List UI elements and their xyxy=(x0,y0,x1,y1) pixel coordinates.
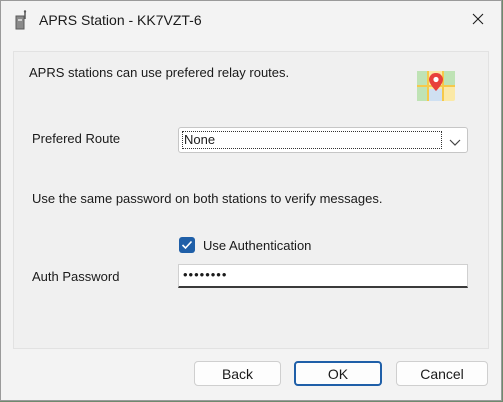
intro-text: APRS stations can use prefered relay rou… xyxy=(29,65,290,80)
title-bar[interactable]: APRS Station - KK7VZT-6 xyxy=(1,1,501,41)
back-button[interactable]: Back xyxy=(194,361,281,386)
radio-tower-icon xyxy=(13,10,29,30)
close-icon xyxy=(472,13,484,28)
close-button[interactable] xyxy=(455,1,501,39)
use-authentication-checkbox[interactable] xyxy=(179,237,195,253)
window-title: APRS Station - KK7VZT-6 xyxy=(39,12,202,28)
prefered-route-label: Prefered Route xyxy=(32,131,121,146)
auth-password-label: Auth Password xyxy=(32,269,120,284)
checkmark-icon xyxy=(181,238,193,253)
dialog-window: APRS Station - KK7VZT-6 APRS stations ca… xyxy=(0,0,502,401)
cancel-button[interactable]: Cancel xyxy=(396,361,488,386)
map-pin-icon xyxy=(415,67,457,105)
auth-hint-text: Use the same password on both stations t… xyxy=(32,191,383,206)
auth-password-field[interactable]: •••••••• xyxy=(178,264,468,288)
ok-button[interactable]: OK xyxy=(294,361,382,386)
prefered-route-value: None xyxy=(182,131,442,149)
use-authentication-label[interactable]: Use Authentication xyxy=(203,238,311,253)
prefered-route-select[interactable]: None xyxy=(178,127,468,153)
chevron-down-icon xyxy=(449,135,461,146)
